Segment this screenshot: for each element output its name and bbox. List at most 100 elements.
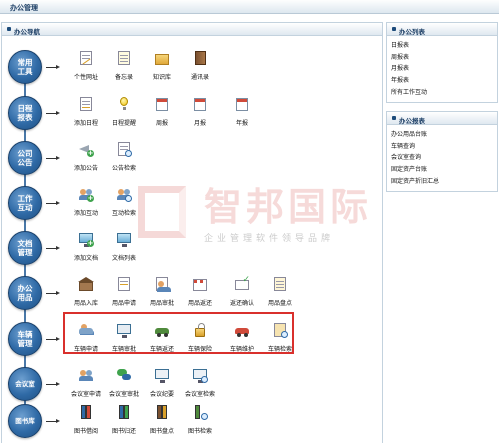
shortcut-supplies-apply[interactable]: 用品申请 [104, 276, 144, 314]
shortcut-meeting-apply[interactable]: 会议室申请 [66, 367, 106, 405]
category-button-interaction[interactable]: 工作 互动 [8, 186, 42, 220]
shortcut-label: 添加日程 [73, 120, 98, 127]
office-report-item[interactable]: 固定资产台账 [391, 164, 493, 176]
shortcut-label: 用品申请 [111, 300, 136, 307]
pencil-page-icon [78, 96, 94, 112]
shortcut-weekly-report[interactable]: 周报 [142, 96, 182, 134]
car-apply-icon [78, 322, 94, 338]
lock-icon [192, 322, 208, 338]
shortcut-label: 用品审批 [149, 300, 174, 307]
shortcut-label: 车辆审批 [111, 346, 136, 353]
arrow-right-icon [46, 246, 60, 250]
shortcut-label: 添加文档 [73, 255, 98, 262]
shortcut-knowledge-base[interactable]: 知识库 [142, 50, 182, 88]
category-button-documents[interactable]: 文档 管理 [8, 231, 42, 265]
shortcut-add-interaction[interactable]: + 添加互动 [66, 186, 106, 224]
bullet-icon [392, 27, 396, 31]
category-row-interaction: 工作 互动 + 添加互动 互动检索 [6, 186, 376, 226]
office-list-item[interactable]: 周报表 [391, 52, 493, 64]
category-row-meeting: 会议室 会议室申请 会议室审批 会议纪要 会议室检索 [6, 367, 376, 407]
shortcut-book-inventory[interactable]: 图书盘点 [142, 404, 182, 442]
shortcut-label: 日程提醒 [111, 120, 136, 127]
office-list-header: 办公列表 [387, 23, 497, 36]
shortcut-book-search[interactable]: 图书检索 [180, 404, 220, 442]
shortcut-supplies-stock-in[interactable]: 用品入库 [66, 276, 106, 314]
mail-check-icon: ✓ [234, 276, 250, 292]
category-button-vehicles[interactable]: 车辆 管理 [8, 322, 42, 356]
shortcut-memo[interactable]: 备忘录 [104, 50, 144, 88]
shortcut-yearly-report[interactable]: 年报 [222, 96, 262, 134]
shortcut-address-book[interactable]: 通讯录 [180, 50, 220, 88]
office-report-item[interactable]: 车辆查询 [391, 141, 493, 153]
shortcut-label: 会议室检索 [184, 391, 215, 398]
shortcut-add-document[interactable]: + 添加文档 [66, 231, 106, 269]
calendar-icon [154, 96, 170, 112]
shortcut-label: 用品入库 [73, 300, 98, 307]
arrow-right-icon [46, 111, 60, 115]
shortcut-label: 车辆检索 [267, 346, 292, 353]
shortcut-label: 用品返还 [187, 300, 212, 307]
folder-icon [154, 50, 170, 66]
shortcut-supplies-inventory[interactable]: 用品盘点 [260, 276, 300, 314]
shortcut-meeting-minutes[interactable]: 会议纪要 [142, 367, 182, 405]
shortcut-label: 图书盘点 [149, 428, 174, 435]
shortcut-label: 知识库 [152, 74, 171, 81]
shortcut-supplies-approve[interactable]: 用品审批 [142, 276, 182, 314]
office-list-item[interactable]: 年报表 [391, 75, 493, 87]
shortcut-label: 车辆保险 [187, 346, 212, 353]
arrow-right-icon [46, 382, 60, 386]
shortcut-meeting-search[interactable]: 会议室检索 [180, 367, 220, 405]
category-button-library[interactable]: 图书库 [8, 404, 42, 438]
shortcut-label: 图书检索 [187, 428, 212, 435]
shortcut-vehicle-maintenance[interactable]: 车辆维护 [222, 322, 262, 360]
shortcut-label: 会议室审批 [108, 391, 139, 398]
book-borrow-icon [78, 404, 94, 420]
arrow-right-icon [46, 65, 60, 69]
shortcut-add-schedule[interactable]: 添加日程 [66, 96, 106, 134]
calendar-icon [192, 96, 208, 112]
shortcut-vehicle-return[interactable]: 车辆返还 [142, 322, 182, 360]
shortcut-book-return[interactable]: 图书归还 [104, 404, 144, 442]
shortcut-label: 个性网址 [73, 74, 98, 81]
shortcut-label: 用品盘点 [267, 300, 292, 307]
office-report-item[interactable]: 办公用品台账 [391, 129, 493, 141]
shortcut-return-confirm[interactable]: ✓ 返还确认 [222, 276, 262, 314]
shortcut-add-announcement[interactable]: + 添加公告 [66, 141, 106, 179]
shortcut-schedule-reminder[interactable]: 日程提醒 [104, 96, 144, 134]
bulb-icon [116, 96, 132, 112]
shortcut-document-list[interactable]: 文档列表 [104, 231, 144, 269]
category-row-tools: 常用 工具 个性网址 备忘录 知识库 通讯录 [6, 50, 376, 90]
category-row-schedule: 日程 报表 添加日程 日程提醒 周报 月报 年报 [6, 96, 376, 136]
category-button-meeting[interactable]: 会议室 [8, 367, 42, 401]
category-button-announcements[interactable]: 公司 公告 [8, 141, 42, 175]
shortcut-search-interaction[interactable]: 互动检索 [104, 186, 144, 224]
shortcut-search-announcement[interactable]: 公告检索 [104, 141, 144, 179]
shortcut-book-borrow[interactable]: 图书借阅 [66, 404, 106, 442]
office-report-item[interactable]: 会议室查询 [391, 152, 493, 164]
shortcut-vehicle-apply[interactable]: 车辆申请 [66, 322, 106, 360]
shortcut-label: 月报 [193, 120, 206, 127]
office-list-item[interactable]: 月报表 [391, 63, 493, 75]
car-search-icon [272, 322, 288, 338]
shortcut-personal-urls[interactable]: 个性网址 [66, 50, 106, 88]
window-title: 办公管理 [10, 4, 38, 12]
office-report-item[interactable]: 固定资产折旧汇总 [391, 176, 493, 188]
megaphone-icon: + [78, 141, 94, 157]
category-button-tools[interactable]: 常用 工具 [8, 50, 42, 84]
shortcut-monthly-report[interactable]: 月报 [180, 96, 220, 134]
shortcut-vehicle-approve[interactable]: 车辆审批 [104, 322, 144, 360]
car-approve-icon [116, 322, 132, 338]
office-report-header: 办公报表 [387, 112, 497, 125]
office-list-panel: 办公列表 日报表 周报表 月报表 年报表 所有工作互动 [386, 22, 498, 104]
office-list-item[interactable]: 日报表 [391, 40, 493, 52]
truck-return-icon [154, 322, 170, 338]
category-button-supplies[interactable]: 办公 用品 [8, 276, 42, 310]
shortcut-meeting-approve[interactable]: 会议室审批 [104, 367, 144, 405]
shortcut-vehicle-insurance[interactable]: 车辆保险 [180, 322, 220, 360]
shortcut-supplies-return[interactable]: 用品返还 [180, 276, 220, 314]
office-list-item[interactable]: 所有工作互动 [391, 87, 493, 99]
shortcut-vehicle-search[interactable]: 车辆检索 [260, 322, 300, 360]
category-button-schedule[interactable]: 日程 报表 [8, 96, 42, 130]
warehouse-icon [78, 276, 94, 292]
arrow-right-icon [46, 201, 60, 205]
